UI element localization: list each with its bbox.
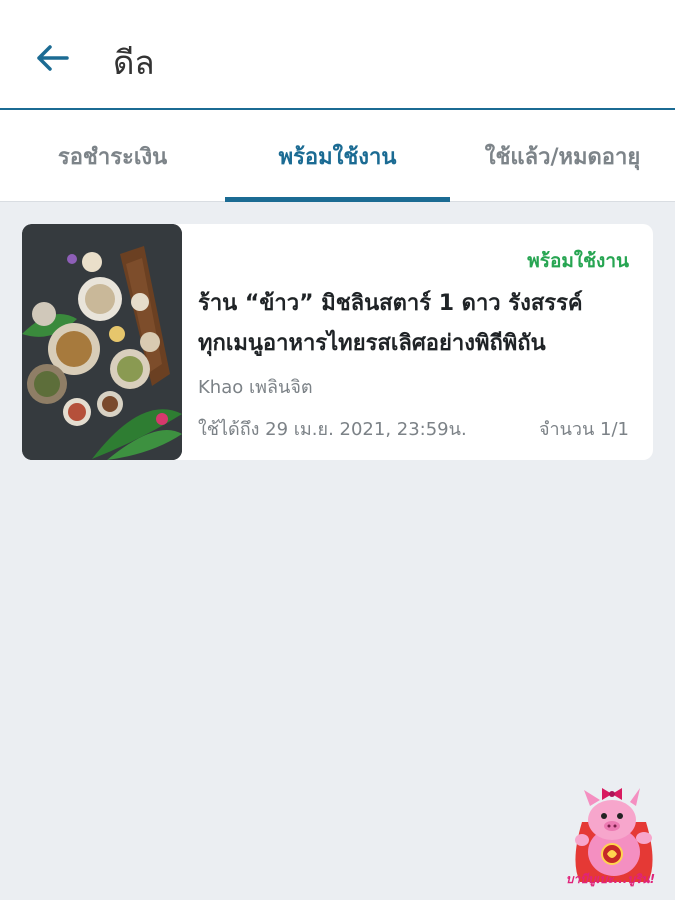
deal-title: ร้าน “ข้าว” มิชลินสตาร์ 1 ดาว รังสรรค์ ท… — [198, 284, 638, 364]
deal-title-line-2: ทุกเมนูอาหารไทยรสเลิศอย่างพิถีพิถัน — [198, 331, 546, 356]
deal-status-badge: พร้อมใช้งาน — [527, 250, 629, 272]
page-title: ดีล — [113, 43, 155, 82]
active-tab-indicator — [225, 197, 450, 202]
tab-ready-to-use[interactable]: พร้อมใช้งาน — [225, 110, 450, 202]
arrow-left-icon — [37, 45, 69, 71]
deal-image — [22, 224, 182, 460]
deal-quantity: จำนวน 1/1 — [538, 419, 629, 440]
tab-bar: รอชำระเงิน พร้อมใช้งาน ใช้แล้ว/หมดอายุ — [0, 110, 675, 202]
deal-title-line-1: ร้าน “ข้าว” มิชลินสตาร์ 1 ดาว รังสรรค์ — [198, 291, 583, 316]
deal-expiry: ใช้ได้ถึง 29 เม.ย. 2021, 23:59น. — [198, 419, 467, 440]
tab-used-expired[interactable]: ใช้แล้ว/หมดอายุ — [450, 110, 675, 202]
tab-awaiting-payment[interactable]: รอชำระเงิน — [0, 110, 225, 202]
deal-store-name: Khao เพลินจิต — [198, 377, 313, 398]
deal-card[interactable]: พร้อมใช้งาน ร้าน “ข้าว” มิชลินสตาร์ 1 ดา… — [22, 224, 653, 460]
app-header: ดีล — [0, 0, 675, 110]
back-button[interactable] — [28, 38, 76, 78]
watermark-caption: บาบีบูเบะ...บูริน! — [565, 872, 656, 886]
